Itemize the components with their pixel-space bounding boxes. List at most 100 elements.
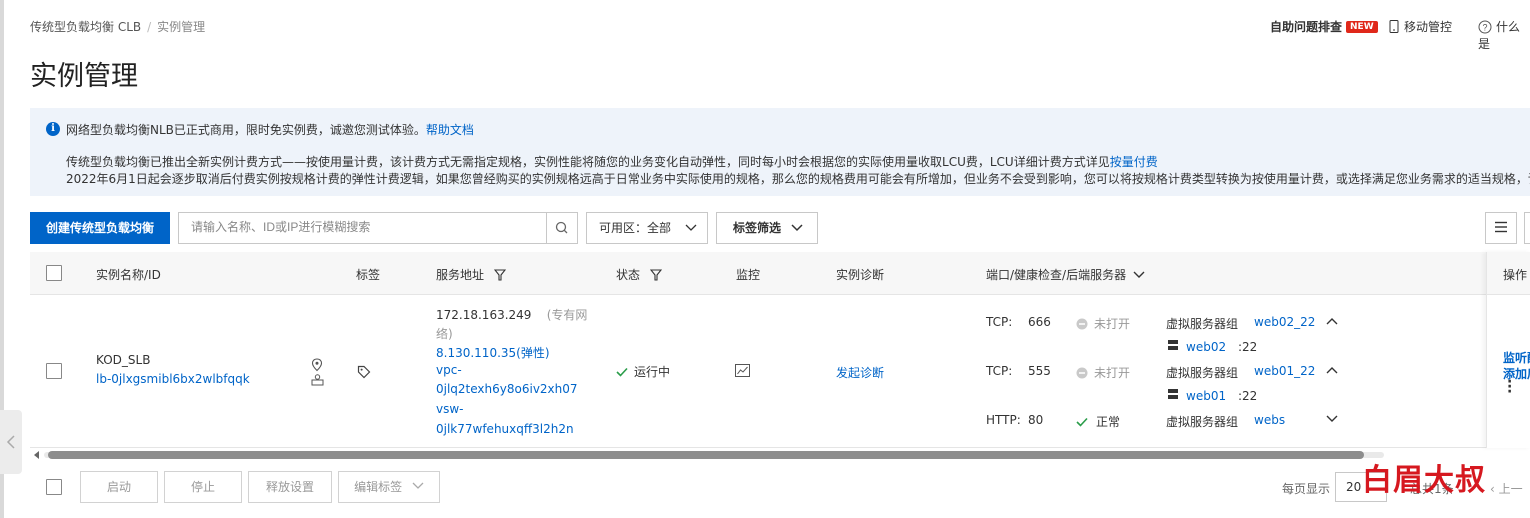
pay-as-you-go-link[interactable]: 按量付费: [1110, 155, 1158, 169]
breadcrumb-current: 实例管理: [157, 20, 206, 34]
status-text: 运行中: [634, 365, 671, 379]
listener-1-health: 未打开: [1076, 315, 1130, 332]
notice-line-3: 2022年6月1日起会逐步取消后付费实例按规格计费的弹性计费逻辑，如果您曾经购买…: [66, 172, 1530, 186]
listener-1-server-link[interactable]: web02: [1186, 340, 1226, 354]
scroll-thumb[interactable]: [48, 451, 1364, 459]
self-help-link[interactable]: 自助问题排查 NEW: [1270, 18, 1378, 35]
more-actions-icon[interactable]: · · ·: [1507, 375, 1512, 399]
settings-button[interactable]: [1524, 212, 1530, 244]
listener-2-server-port: :22: [1238, 389, 1258, 403]
search-box: [178, 212, 578, 244]
mobile-control-link[interactable]: 移动管控: [1388, 18, 1452, 35]
minus-circle-icon: [1076, 318, 1088, 330]
what-is-link[interactable]: ? 什么是: [1478, 18, 1530, 52]
private-ip: 172.18.163.249 (专有网: [436, 306, 587, 323]
listener-1-health-text: 未打开: [1094, 317, 1131, 331]
instance-id-link[interactable]: lb-0jlxgsmibl6bx2wlbfqqk: [96, 372, 250, 386]
horizontal-scrollbar[interactable]: [30, 450, 1530, 460]
row-checkbox[interactable]: [46, 363, 62, 379]
listener-2-health: 未打开: [1076, 364, 1130, 381]
zone-dropdown-label: 可用区：全部: [599, 221, 672, 235]
chevron-down-icon[interactable]: [1326, 415, 1338, 423]
scroll-left-icon[interactable]: [32, 450, 42, 460]
vpc-prefix[interactable]: vpc-: [436, 363, 462, 377]
filter-icon[interactable]: [493, 269, 506, 281]
prev-page-button[interactable]: ‹ 上一: [1490, 480, 1523, 497]
help-doc-link[interactable]: 帮助文档: [426, 123, 474, 137]
stop-button[interactable]: 停止: [164, 471, 242, 503]
location-pin-icon[interactable]: [311, 358, 323, 372]
breadcrumb: 传统型负载均衡 CLB / 实例管理: [30, 18, 205, 35]
notice-line-2-text: 传统型负载均衡已推出全新实例计费方式——按使用量计费，该计费方式无需指定规格，实…: [66, 155, 1110, 169]
col-diagnosis: 实例诊断: [836, 268, 885, 282]
listener-1-protocol: TCP:: [986, 315, 1013, 329]
server-stack-icon: [1168, 340, 1178, 350]
tag-filter-label: 标签筛选: [733, 221, 782, 235]
new-badge: NEW: [1346, 21, 1378, 33]
chevron-down-icon: [685, 224, 697, 231]
vpc-id-link[interactable]: 0jlq2texh6y8o6iv2xh07: [436, 382, 578, 396]
notice-line-1-text: 网络型负载均衡NLB已正式商用，限时免实例费，诚邀您测试体验。: [66, 123, 426, 137]
listener-3-protocol: HTTP:: [986, 413, 1021, 427]
chevron-up-icon[interactable]: [1326, 317, 1338, 325]
select-all-checkbox[interactable]: [46, 265, 62, 281]
private-network-tag-cont: 络): [436, 327, 453, 341]
listener-config-link[interactable]: 监听配: [1503, 349, 1530, 366]
check-icon: [1076, 417, 1088, 427]
zone-dropdown[interactable]: 可用区：全部: [586, 212, 708, 244]
listener-2-server-link[interactable]: web01: [1186, 389, 1226, 403]
col-name: 实例名称/ID: [96, 268, 161, 282]
breadcrumb-root[interactable]: 传统型负载均衡 CLB: [30, 20, 141, 34]
chevron-left-icon: [6, 435, 15, 449]
notice-line-1: 网络型负载均衡NLB已正式商用，限时免实例费，诚邀您测试体验。帮助文档: [66, 121, 474, 138]
col-ports-label: 端口/健康检查/后端服务器: [986, 268, 1127, 282]
page-title: 实例管理: [30, 61, 138, 92]
server-icon[interactable]: [311, 374, 324, 386]
col-tags: 标签: [356, 268, 381, 282]
col-address-label: 服务地址: [436, 268, 485, 282]
col-actions: 操作: [1503, 268, 1528, 282]
listener-2-group-link[interactable]: web01_22: [1254, 364, 1315, 378]
tag-filter-dropdown[interactable]: 标签筛选: [716, 212, 818, 244]
vsw-prefix[interactable]: vsw-: [436, 402, 464, 416]
per-page-value: 20: [1346, 480, 1362, 494]
chevron-up-icon[interactable]: [1326, 366, 1338, 374]
list-view-button[interactable]: [1485, 212, 1517, 244]
start-diagnosis-link[interactable]: 发起诊断: [836, 364, 884, 381]
search-button[interactable]: [546, 213, 577, 243]
private-ip-value: 172.18.163.249: [436, 308, 532, 322]
public-ip[interactable]: 8.130.110.35(弹性): [436, 344, 550, 361]
listener-3-port: 80: [1028, 413, 1044, 427]
listener-1-group-link[interactable]: web02_22: [1254, 315, 1315, 329]
watermark-logo: 白眉大叔: [1362, 463, 1486, 498]
status-badge: 运行中: [616, 363, 670, 380]
table-row: KOD_SLB lb-0jlxgsmibl6bx2wlbfqqk 172.18.…: [30, 295, 1530, 448]
col-address: 服务地址: [436, 266, 506, 283]
filter-icon[interactable]: [649, 269, 662, 281]
instance-name: KOD_SLB: [96, 353, 151, 367]
col-status: 状态: [616, 266, 662, 283]
create-clb-button[interactable]: 创建传统型负载均衡: [30, 212, 170, 244]
chevron-down-icon: [412, 482, 424, 489]
listener-2-group-label: 虚拟服务器组: [1166, 366, 1239, 380]
tag-icon[interactable]: [357, 365, 371, 379]
sidebar-collapse-handle[interactable]: [0, 410, 22, 474]
mobile-control-label: 移动管控: [1404, 20, 1453, 34]
edit-tags-button[interactable]: 编辑标签: [338, 471, 440, 503]
col-ports[interactable]: 端口/健康检查/后端服务器: [986, 266, 1145, 283]
actions-column: 操作 监听配 添加后 ···: [1486, 252, 1530, 448]
search-icon: [555, 221, 568, 234]
search-input[interactable]: [179, 213, 553, 241]
col-monitor: 监控: [736, 268, 761, 282]
notice-banner: i 网络型负载均衡NLB已正式商用，限时免实例费，诚邀您测试体验。帮助文档 传统…: [30, 108, 1530, 196]
table-header: 实例名称/ID 标签 服务地址 状态 监控 实例诊断 端口/健康检查/后端服务器: [30, 252, 1530, 295]
chevron-down-icon: [1133, 271, 1145, 278]
minus-circle-icon: [1076, 367, 1088, 379]
monitor-chart-icon[interactable]: [735, 364, 750, 377]
prev-page-label: 上一: [1498, 482, 1523, 496]
release-settings-button[interactable]: 释放设置: [248, 471, 332, 503]
vsw-id-link[interactable]: 0jlk77wfehuxqff3l2h2n: [436, 422, 574, 436]
start-button[interactable]: 启动: [80, 471, 158, 503]
footer-select-all-checkbox[interactable]: [46, 479, 62, 495]
listener-3-group-link[interactable]: webs: [1254, 413, 1285, 427]
